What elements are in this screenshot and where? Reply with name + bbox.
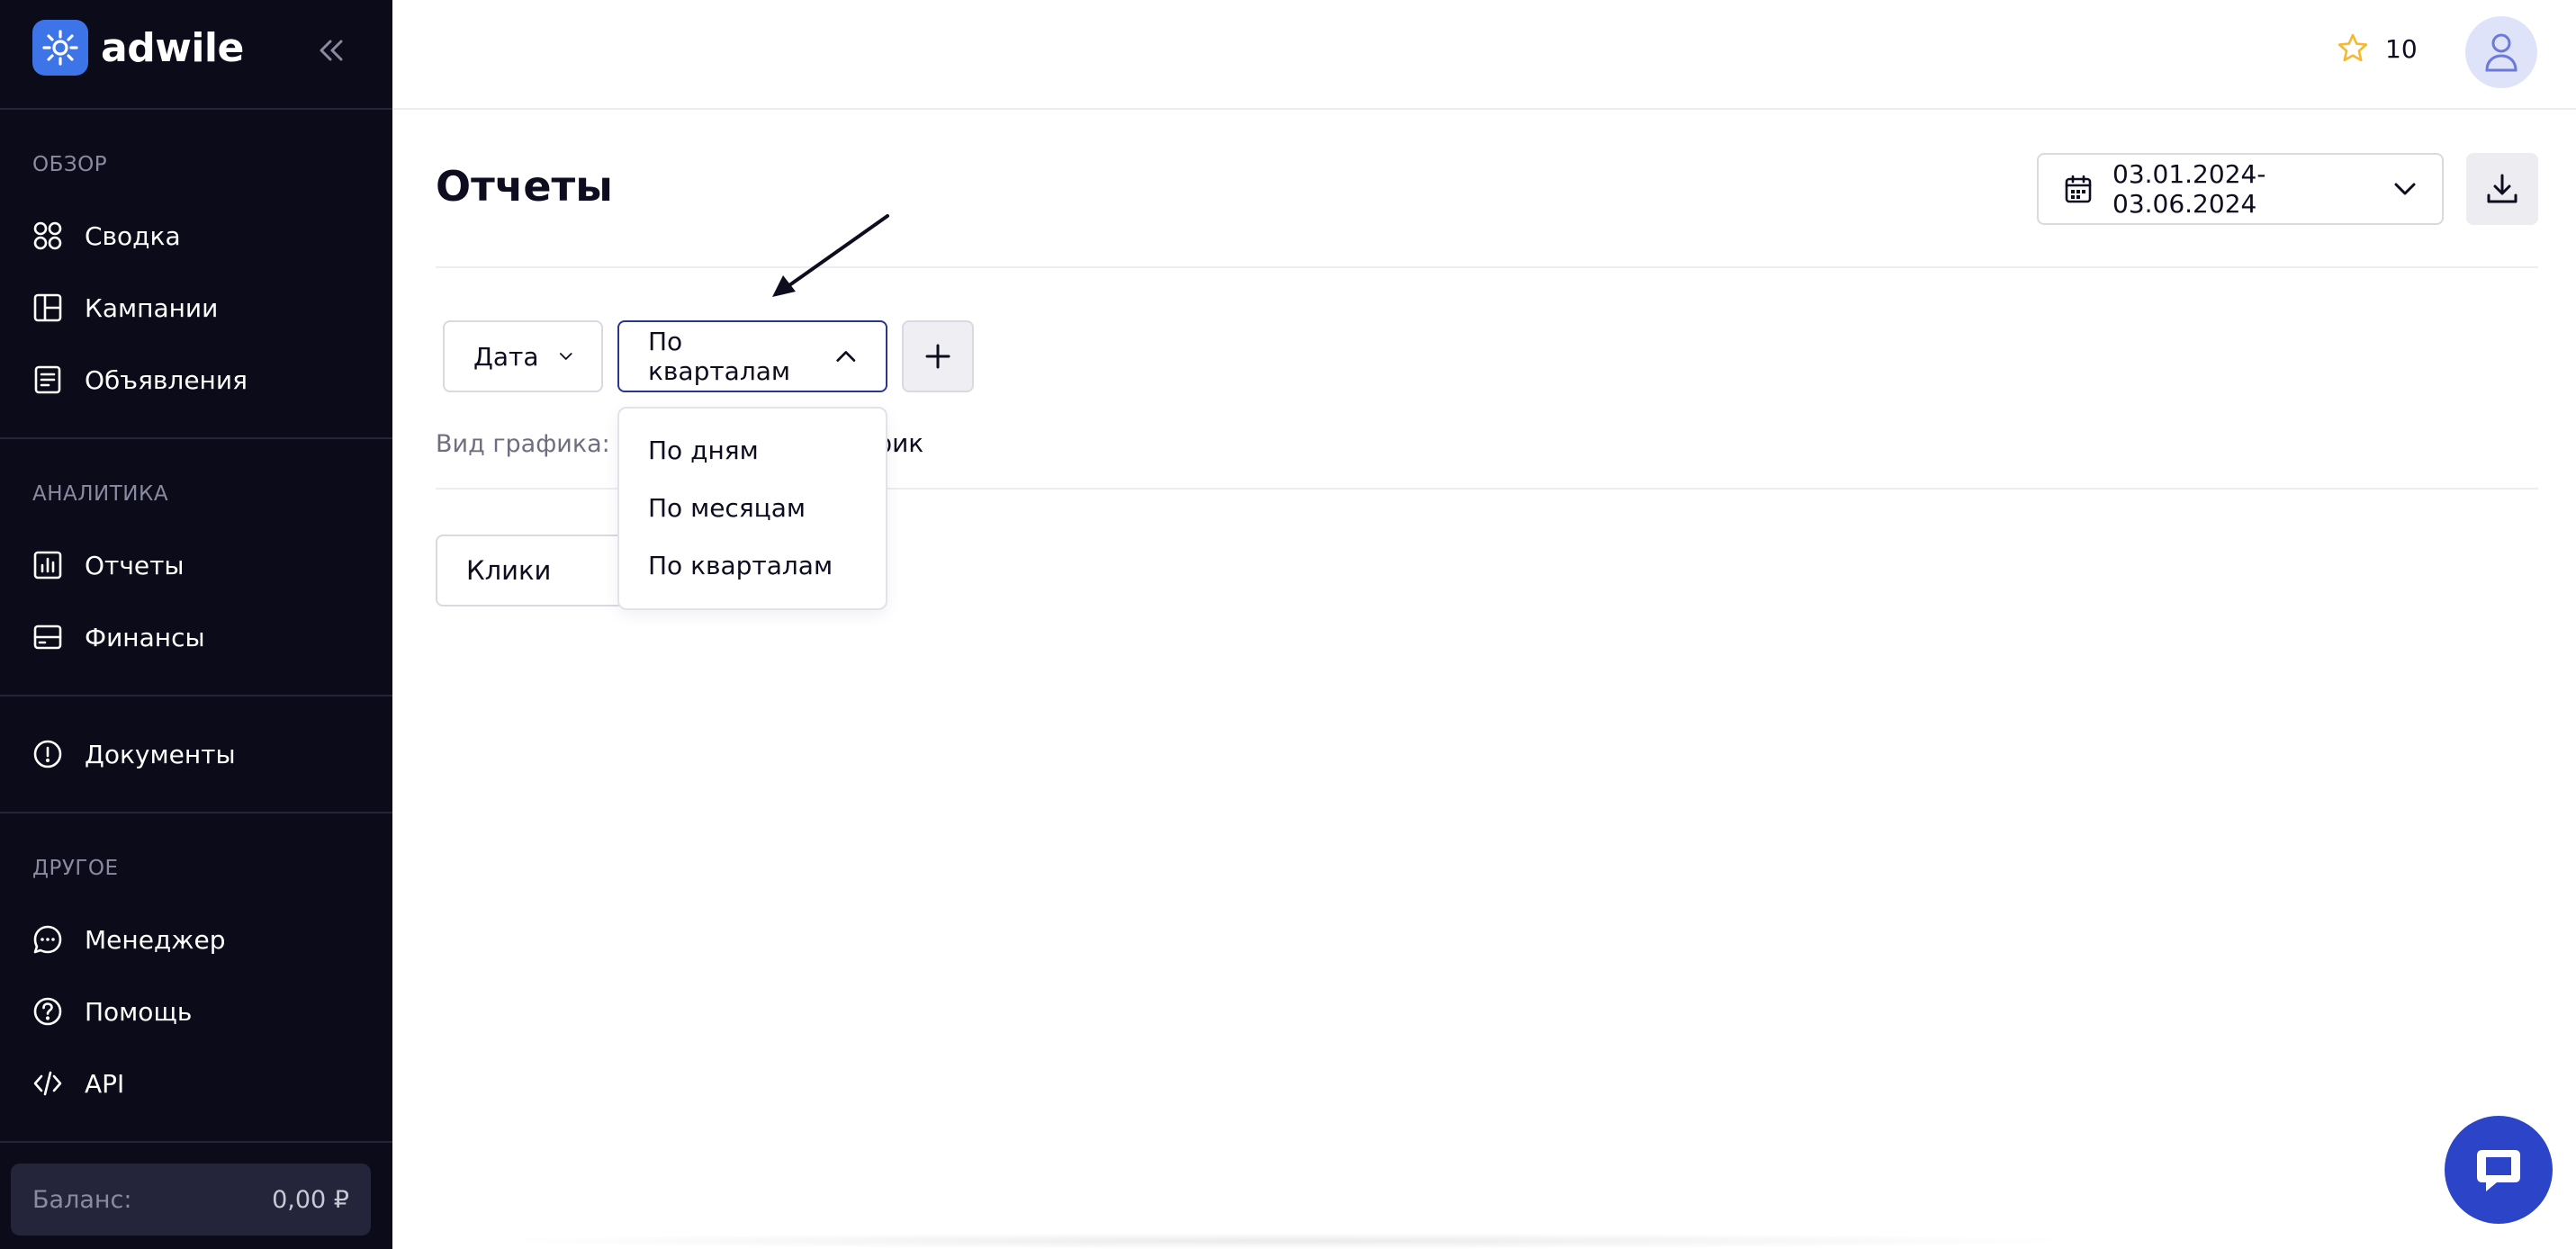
- sidebar-item-documents[interactable]: Документы: [32, 731, 365, 777]
- sidebar-item-summary[interactable]: Сводка: [32, 212, 365, 259]
- plus-icon: [925, 344, 950, 369]
- sidebar-item-manager[interactable]: Менеджер: [32, 916, 365, 963]
- chevron-down-icon: [2394, 183, 2416, 195]
- sidebar-section-analytics: АНАЛИТИКА: [32, 482, 169, 506]
- star-icon: [2337, 33, 2368, 62]
- avatar[interactable]: [2465, 16, 2537, 88]
- metric-value: Клики: [466, 555, 552, 586]
- sidebar-divider: [0, 812, 392, 813]
- group-by-select[interactable]: Дата: [443, 320, 603, 392]
- add-grouping-button[interactable]: [902, 320, 974, 392]
- sidebar-divider: [0, 695, 392, 696]
- date-range-picker[interactable]: 03.01.2024-03.06.2024: [2037, 153, 2444, 225]
- stars-counter[interactable]: 10: [2337, 32, 2418, 65]
- sidebar-divider: [0, 108, 392, 110]
- calendar-icon: [2065, 175, 2092, 203]
- group-by-value: Дата: [473, 341, 539, 372]
- collapse-sidebar-button[interactable]: [313, 32, 349, 68]
- download-icon: [2487, 174, 2517, 203]
- sidebar-item-label: Сводка: [85, 220, 181, 251]
- annotation-arrow-icon: [772, 214, 889, 297]
- sidebar-item-label: Документы: [85, 739, 236, 769]
- double-chevron-left-icon: [320, 40, 343, 61]
- chevron-up-icon: [836, 351, 856, 362]
- period-option-days[interactable]: По дням: [619, 421, 886, 479]
- sidebar-item-label: Финансы: [85, 622, 205, 652]
- period-option-quarters[interactable]: По кварталам: [619, 536, 886, 594]
- balance-panel[interactable]: Баланс: 0,00 ₽: [11, 1164, 371, 1236]
- sidebar-section-overview: ОБЗОР: [32, 153, 108, 176]
- bottom-shadow: [468, 1233, 2106, 1249]
- download-button[interactable]: [2466, 153, 2538, 225]
- sidebar-item-label: Отчеты: [85, 550, 185, 580]
- brand-name: adwile: [101, 24, 244, 71]
- header-divider: [436, 266, 2538, 268]
- sidebar-divider: [0, 437, 392, 439]
- support-chat-button[interactable]: [2445, 1116, 2553, 1224]
- period-option-months[interactable]: По месяцам: [619, 479, 886, 536]
- layout-icon: [33, 293, 62, 322]
- chat-bubble-icon: [2477, 1150, 2520, 1191]
- user-icon: [2485, 33, 2517, 72]
- sidebar-section-other: ДРУГОЕ: [32, 857, 119, 880]
- brand[interactable]: adwile: [32, 20, 244, 76]
- balance-label: Баланс:: [32, 1185, 132, 1214]
- period-select[interactable]: По кварталам: [617, 320, 887, 392]
- brand-logo-icon: [32, 20, 88, 76]
- chat-icon: [33, 925, 62, 954]
- period-value: По кварталам: [648, 327, 790, 386]
- page-title: Отчеты: [436, 162, 613, 211]
- chart-type-label: Вид графика:: [436, 430, 610, 458]
- sidebar-item-label: Помощь: [85, 996, 193, 1027]
- code-icon: [33, 1071, 62, 1096]
- sidebar-item-campaigns[interactable]: Кампании: [32, 284, 365, 331]
- chevron-down-icon: [559, 353, 572, 360]
- document-icon: [34, 365, 61, 394]
- alert-circle-icon: [33, 740, 62, 768]
- sidebar-item-ads[interactable]: Объявления: [32, 356, 365, 403]
- topbar: [392, 0, 2576, 110]
- date-range-value: 03.01.2024-03.06.2024: [2112, 159, 2266, 219]
- sidebar-item-label: API: [85, 1068, 125, 1099]
- sidebar-item-finance[interactable]: Финансы: [32, 614, 365, 660]
- sidebar-item-api[interactable]: API: [32, 1060, 365, 1107]
- grid-icon: [33, 221, 62, 250]
- sidebar-item-label: Кампании: [85, 292, 219, 323]
- sidebar-item-help[interactable]: Помощь: [32, 988, 365, 1035]
- sidebar: adwile ОБЗОР Сводка Кампании Объявления …: [0, 0, 392, 1249]
- chart-icon: [33, 551, 62, 580]
- sidebar-item-label: Менеджер: [85, 924, 226, 955]
- sidebar-item-label: Объявления: [85, 364, 248, 395]
- help-icon: [33, 997, 62, 1026]
- balance-value: 0,00 ₽: [272, 1185, 349, 1214]
- sidebar-divider: [0, 1141, 392, 1143]
- period-dropdown-menu: По дням По месяцам По кварталам: [617, 407, 887, 610]
- sidebar-item-reports[interactable]: Отчеты: [32, 542, 365, 589]
- stars-count: 10: [2385, 33, 2418, 64]
- wallet-icon: [33, 624, 62, 650]
